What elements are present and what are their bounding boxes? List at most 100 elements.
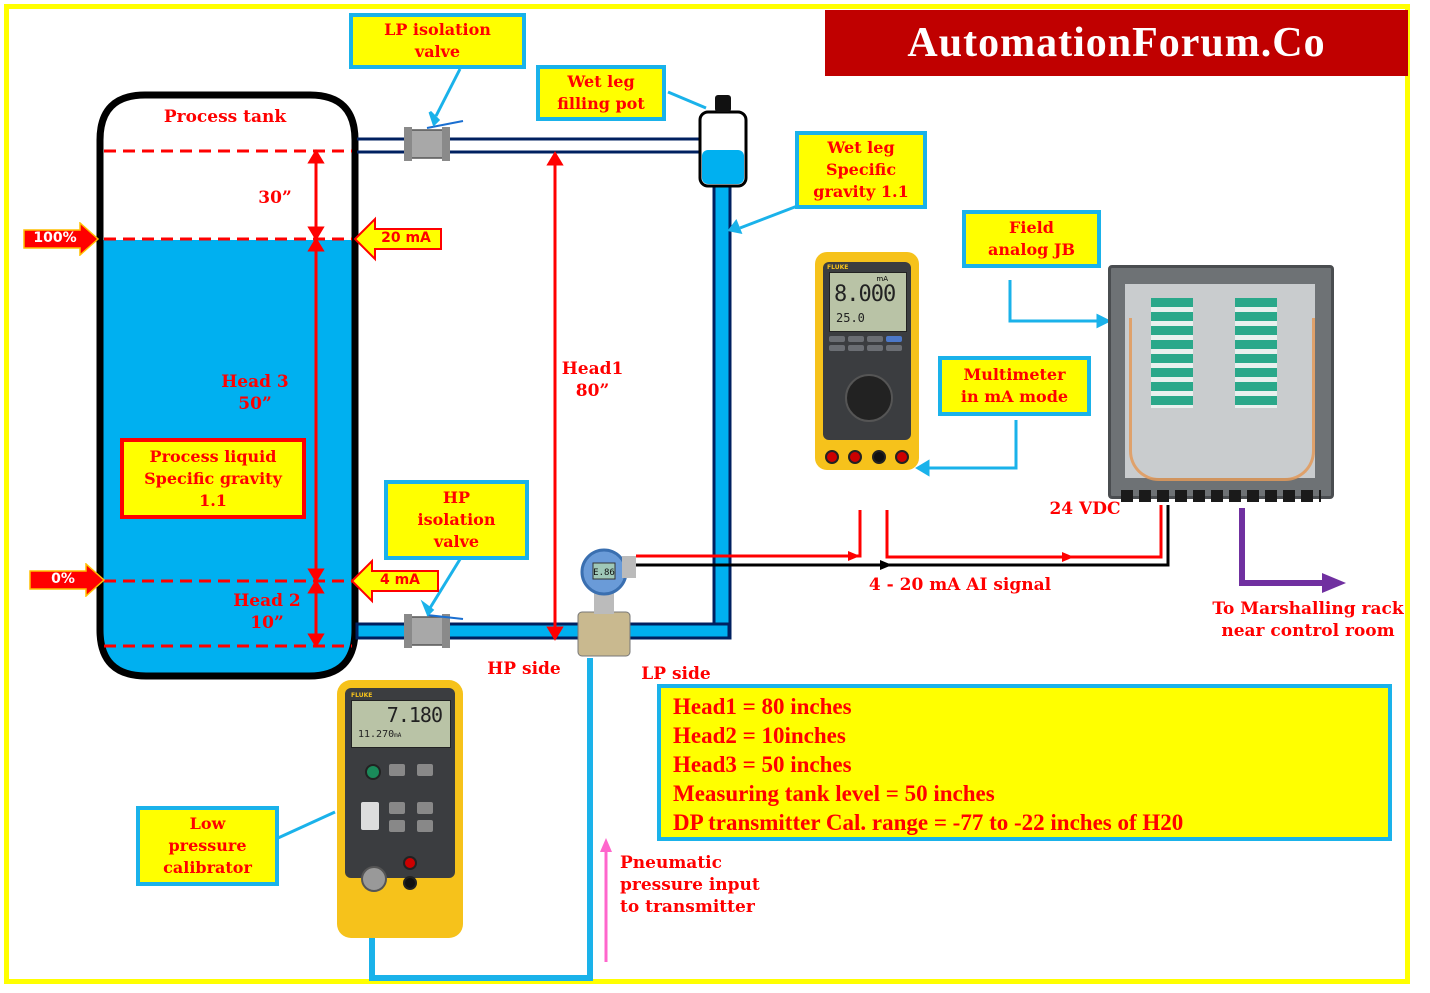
lp-isolation-valve-label: LP isolation valve [349,13,526,69]
level-100-percent-label: 100% [33,230,77,246]
label-line: 1.1 [199,490,227,510]
marshalling-line2: near control room [1221,621,1395,641]
multimeter-hold-button[interactable] [886,336,902,342]
wet-leg-specific-gravity-label: Wet leg Specific gravity 1.1 [795,131,927,209]
field-analog-jb-label: Field analog JB [962,210,1101,268]
pneumatic-line1: Pneumatic [620,853,722,873]
calibrator-ma-jack[interactable] [403,856,417,870]
summary-line: Head1 = 80 inches [673,694,852,719]
head2-label: Head 2 10” [222,590,312,634]
pneumatic-arrow [600,838,612,962]
label-line: in mA mode [960,387,1069,406]
summary-line: Head3 = 50 inches [673,752,852,777]
transmitter-display: E.86 [593,568,615,578]
low-pressure-calibrator-label: Low pressure calibrator [136,806,279,886]
multimeter-button[interactable] [848,345,864,351]
pneumatic-label: Pneumatic pressure input to transmitter [620,852,770,918]
calibrator-hold-button[interactable] [417,820,433,832]
head3-value: 50” [238,394,272,414]
signal-4ma-label: 4 mA [379,572,421,588]
label-line: valve [414,42,461,61]
multimeter-brand: FLUKE [827,264,849,271]
signal-type-label: 4 - 20 mA AI signal [868,575,1052,595]
hp-isolation-valve-label: HP isolation valve [384,480,529,560]
multimeter-button[interactable] [829,336,845,342]
multimeter-button[interactable] [848,336,864,342]
hp-side-label: HP side [487,659,561,679]
multimeter-percent: 25.0 [836,311,865,325]
label-line: LP isolation [384,20,491,39]
signal-20ma-label: 20 mA [381,230,431,246]
calibrator-brand: FLUKE [351,692,373,699]
calibrator-sub-reading: 11.270mA [358,729,401,740]
label-line: isolation [417,510,496,529]
jack-icon[interactable] [825,450,839,464]
dp-transmitter: E.86 [577,548,636,657]
summary-line: Measuring tank level = 50 inches [673,781,995,806]
cable-bundle [1129,318,1315,481]
supply-voltage-label: 24 VDC [1049,499,1121,519]
multimeter-button[interactable] [867,336,883,342]
head3-label: Head 3 50” [210,371,300,415]
calibrator-power-button[interactable] [365,764,381,780]
multimeter-mode-label: Multimeter in mA mode [938,356,1091,416]
multimeter: FLUKE mA 8.000 25.0 [815,252,919,470]
label-line: Process liquid [149,446,277,466]
process-liquid-sg-label: Process liquid Specific gravity 1.1 [120,438,306,519]
jack-icon[interactable] [848,450,863,464]
jack-icon[interactable] [871,450,886,464]
level-0-percent-label: 0% [51,571,75,587]
calibrator-reading: 7.180 [386,703,443,727]
calibrator-minmax-button[interactable] [389,802,405,814]
pressure-calibrator: FLUKE 7.180 11.270mA [337,680,463,938]
multimeter-button[interactable] [886,345,902,351]
multimeter-rotary-dial[interactable] [845,374,893,422]
label-line: filling pot [557,94,645,113]
head2-name: Head 2 [233,591,301,611]
calibrator-zero-button[interactable] [361,802,379,830]
head2-value: 10” [250,613,284,633]
calibrator-units-button[interactable] [389,764,405,776]
head1-label: Head1 80” [555,358,630,402]
summary-line: Head2 = 10inches [673,723,846,748]
label-line: valve [433,532,480,551]
calibrator-setup-button[interactable] [389,820,405,832]
label-line: pressure [168,836,247,855]
top-gap-dimension: 30” [258,188,292,208]
multimeter-buttons [829,336,905,351]
label-line: Field [1009,218,1054,237]
calibrator-current-unit: mA [394,732,402,739]
multimeter-screen: mA 8.000 25.0 [829,272,907,332]
cable-glands [1121,490,1321,502]
process-tank-title: Process tank [163,107,287,127]
jack-icon[interactable] [894,450,909,464]
label-line: Wet leg [567,72,635,91]
label-line: Specific [825,160,897,179]
multimeter-button[interactable] [867,345,883,351]
multimeter-jacks [825,450,909,464]
wet-leg-filling-pot-label: Wet leg filling pot [536,65,666,121]
multimeter-button[interactable] [829,345,845,351]
summary-line: DP transmitter Cal. range = -77 to -22 i… [673,810,1184,835]
calibrator-com-jack[interactable] [403,876,417,890]
wet-leg-filling-pot [698,95,748,188]
calibrator-damp-button[interactable] [417,764,433,776]
pneumatic-line3: to transmitter [620,897,755,917]
label-line: Specific gravity [144,468,282,488]
calibrator-current: 11.270 [358,729,395,740]
label-line: Low [189,814,226,833]
calibrator-clr-button[interactable] [417,802,433,814]
label-line: analog JB [988,240,1075,259]
head1-value: 80” [575,381,610,401]
head1-name: Head1 [561,359,624,379]
field-junction-box [1108,265,1334,502]
label-line: HP [442,488,471,507]
head3-name: Head 3 [221,372,289,392]
label-line: Wet leg [827,138,895,157]
wet-leg-line [712,184,732,640]
calibrator-screen: 7.180 11.270mA [351,700,451,748]
calibrator-pressure-port [361,866,387,892]
label-line: Multimeter [963,365,1066,384]
lp-side-label: LP side [641,664,711,684]
marshalling-line1: To Marshalling rack [1212,599,1404,619]
